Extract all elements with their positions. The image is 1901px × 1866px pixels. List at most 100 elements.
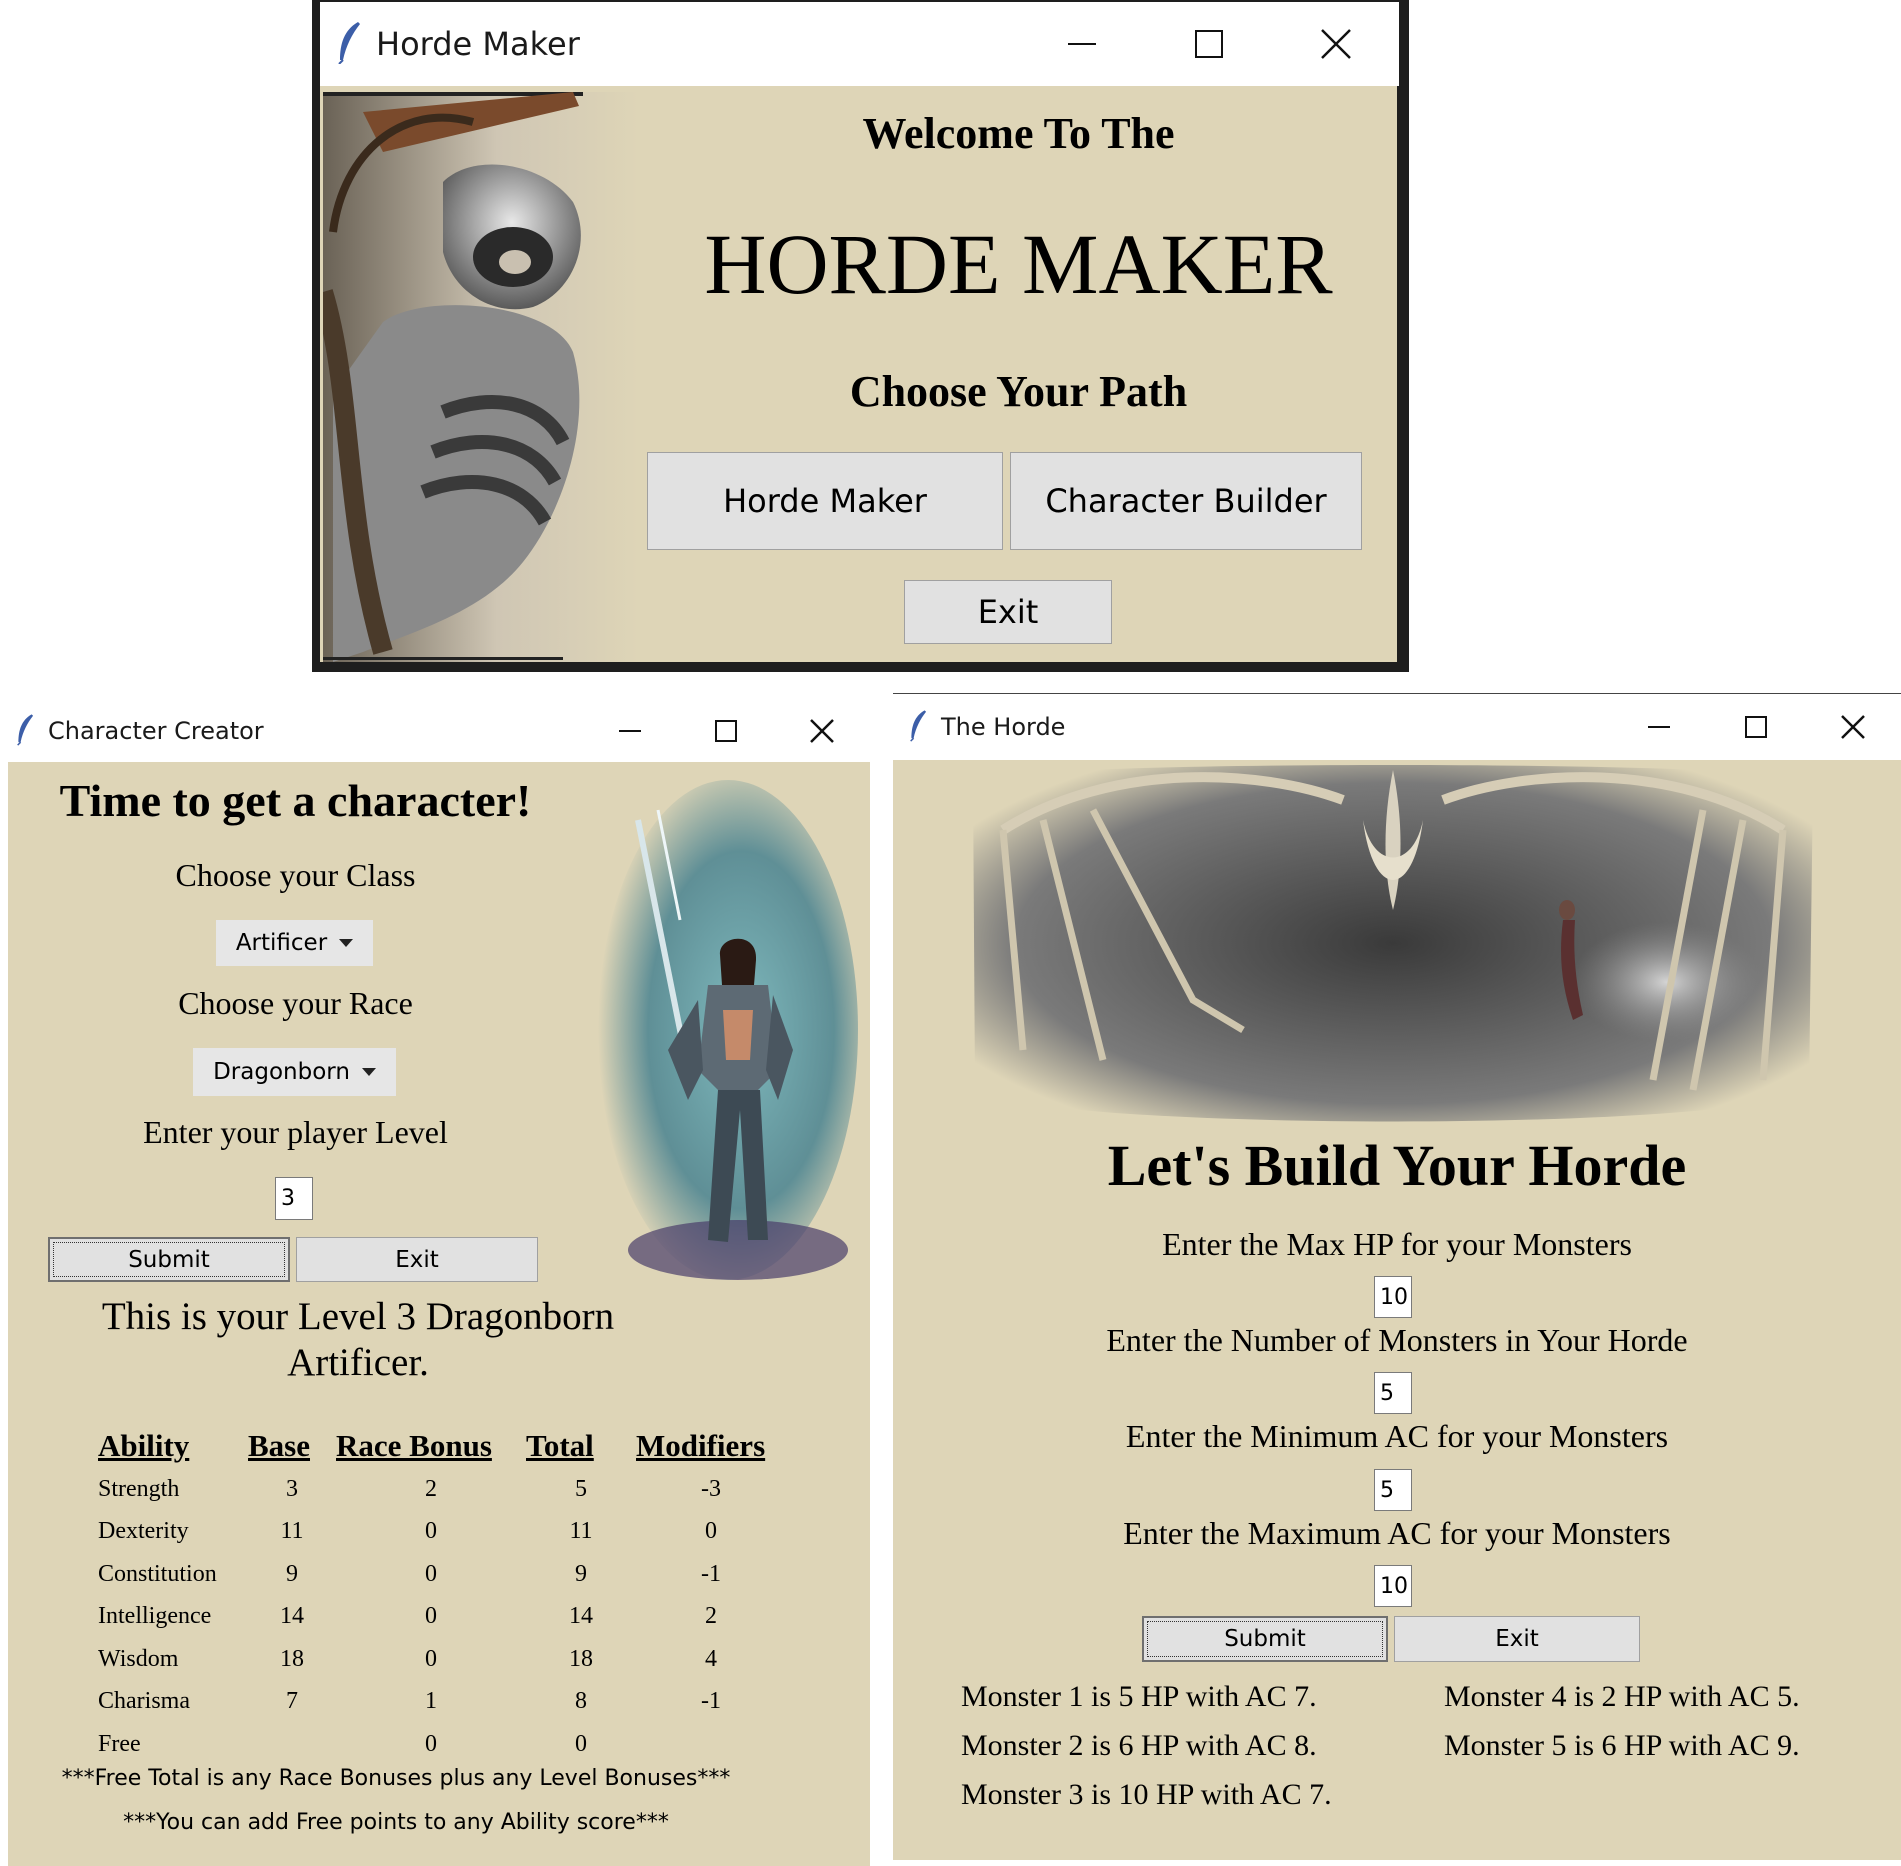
ability-name: Dexterity [98,1518,189,1545]
free-points-note: ***You can add Free points to any Abilit… [123,1810,669,1835]
main-client: Welcome To The HORDE MAKER Choose Your P… [320,86,1397,662]
window-title: The Horde [941,713,1066,741]
base-value: 11 [280,1518,304,1545]
column-header-total: Total [526,1428,594,1463]
modifier-value: -3 [701,1475,721,1502]
table-header-row: Ability Base Race Bonus Total Modifiers [98,1424,786,1468]
close-icon[interactable] [1272,2,1399,86]
submit-button[interactable]: Submit [48,1237,290,1282]
chevron-down-icon [339,939,354,947]
horde-client: Let's Build Your Horde Enter the Max HP … [893,760,1901,1860]
total-value: 8 [575,1688,587,1715]
monster-result: Monster 2 is 6 HP with AC 8. [961,1729,1317,1762]
character-titlebar[interactable]: Character Creator [0,700,870,762]
warrior-image [568,770,866,1290]
monster-count-input[interactable]: 5 [1374,1372,1412,1414]
character-builder-button[interactable]: Character Builder [1010,452,1362,550]
modifier-value: 0 [705,1518,717,1545]
base-value: 18 [280,1645,304,1672]
race-bonus-value: 0 [425,1560,437,1587]
minimize-icon[interactable] [1018,2,1145,86]
feather-icon [907,708,929,747]
minimize-icon[interactable] [1610,694,1707,760]
main-window: Horde Maker Welcome To The HORDE MAKER C… [312,0,1409,672]
column-header-base: Base [248,1428,310,1463]
maximize-icon[interactable] [1145,2,1272,86]
table-row: Intelligence 14 0 14 2 [98,1596,786,1639]
exit-button[interactable]: Exit [296,1237,538,1282]
class-label: Choose your Class [175,857,416,893]
maximize-icon[interactable] [678,700,774,762]
min-ac-input[interactable]: 5 [1374,1469,1412,1511]
race-label: Choose your Race [178,985,413,1021]
submit-button[interactable]: Submit [1142,1616,1388,1662]
total-value: 0 [575,1730,587,1757]
chevron-down-icon [361,1068,376,1076]
column-header-ability: Ability [98,1428,190,1463]
maximize-icon[interactable] [1707,694,1804,760]
modifier-value [636,1723,786,1766]
min-ac-label: Enter the Minimum AC for your Monsters [1125,1418,1669,1454]
close-icon[interactable] [1804,694,1901,760]
table-row: Free 0 0 [98,1723,786,1766]
app-title: HORDE MAKER [704,216,1333,312]
level-input[interactable]: 3 [275,1177,313,1220]
modifier-value: -1 [701,1688,721,1715]
monster-result: Monster 1 is 5 HP with AC 7. [961,1680,1317,1713]
ability-name: Free [98,1730,141,1757]
table-row: Wisdom 18 0 18 4 [98,1638,786,1681]
column-header-race-bonus: Race Bonus [336,1428,492,1463]
modifier-value: -1 [701,1560,721,1587]
ability-table: Ability Base Race Bonus Total Modifiers … [98,1424,786,1766]
class-dropdown[interactable]: Artificer [216,920,373,966]
base-value [248,1723,336,1766]
monster-count-label: Enter the Number of Monsters in Your Hor… [1106,1322,1688,1358]
character-heading: Time to get a character! [59,775,532,826]
horde-maker-button[interactable]: Horde Maker [647,452,1003,550]
max-ac-label: Enter the Maximum AC for your Monsters [1123,1515,1671,1551]
base-value: 3 [286,1475,298,1502]
main-titlebar[interactable]: Horde Maker [320,2,1399,86]
class-dropdown-value: Artificer [235,930,328,956]
level-label: Enter your player Level [143,1114,448,1150]
race-bonus-value: 0 [425,1603,437,1630]
race-bonus-value: 0 [425,1518,437,1545]
table-row: Dexterity 11 0 11 0 [98,1511,786,1554]
horde-heading: Let's Build Your Horde [1107,1133,1687,1198]
race-dropdown[interactable]: Dragonborn [193,1048,396,1096]
total-value: 5 [575,1475,587,1502]
welcome-text: Welcome To The [862,109,1175,158]
race-bonus-value: 2 [425,1475,437,1502]
ability-name: Constitution [98,1560,217,1587]
exit-button[interactable]: Exit [1394,1616,1640,1662]
close-icon[interactable] [774,700,870,762]
exit-button[interactable]: Exit [904,580,1112,644]
ability-name: Intelligence [98,1603,212,1630]
base-value: 7 [286,1688,298,1715]
feather-icon [14,712,36,751]
window-title: Character Creator [48,717,264,745]
monster-result: Monster 3 is 10 HP with AC 7. [961,1778,1332,1811]
orc-archer-image [320,92,639,662]
character-client: Time to get a character! Choose your Cla… [8,762,870,1866]
feather-icon [334,20,364,69]
modifier-value: 4 [705,1645,717,1672]
free-total-note: ***Free Total is any Race Bonuses plus a… [61,1766,731,1791]
total-value: 11 [569,1518,593,1545]
base-value: 9 [286,1560,298,1587]
race-dropdown-value: Dragonborn [213,1059,350,1085]
total-value: 14 [569,1603,593,1630]
race-bonus-value: 1 [425,1688,437,1715]
choose-path-text: Choose Your Path [849,367,1188,416]
base-value: 14 [280,1603,304,1630]
total-value: 18 [569,1645,593,1672]
max-ac-input[interactable]: 10 [1374,1565,1412,1607]
max-hp-input[interactable]: 10 [1374,1276,1412,1318]
minimize-icon[interactable] [582,700,678,762]
ability-name: Wisdom [98,1645,179,1672]
modifier-value: 2 [705,1603,717,1630]
ability-name: Charisma [98,1688,190,1715]
horde-window: The Horde Let's Build Your Horde Enter t… [893,693,1901,1866]
horde-titlebar[interactable]: The Horde [893,694,1901,760]
column-header-modifiers: Modifiers [636,1428,766,1463]
